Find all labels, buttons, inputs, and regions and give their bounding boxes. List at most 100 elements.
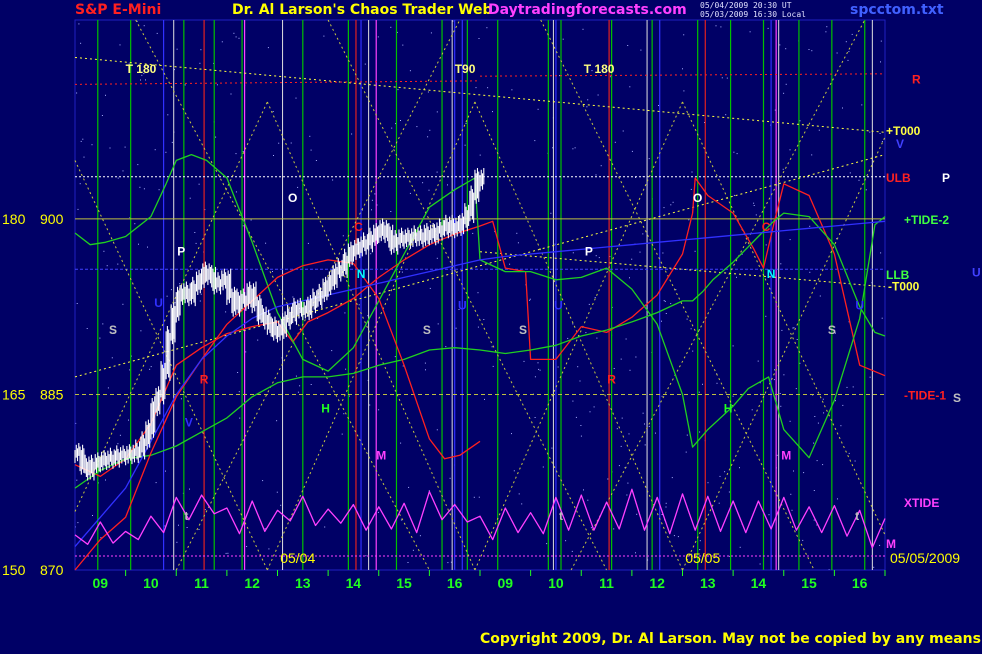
top-marker: T 180 (584, 62, 615, 76)
timestamp-local: 05/03/2009 16:30 Local (700, 10, 806, 19)
star-dot (686, 434, 688, 436)
star-dot (235, 36, 237, 38)
star-dot (587, 499, 589, 501)
x-tick-label: 11 (194, 575, 209, 591)
star-dot (574, 147, 576, 149)
x-tick-label: 14 (346, 575, 362, 591)
star-dot (139, 186, 141, 188)
star-dot (390, 26, 392, 28)
star-dot (724, 471, 726, 473)
star-dot (625, 338, 627, 340)
star-dot (852, 386, 854, 388)
star-dot (825, 31, 827, 33)
star-dot (76, 92, 78, 94)
star-dot (751, 409, 753, 411)
star-dot (732, 395, 734, 397)
star-dot (394, 356, 396, 358)
star-dot (235, 191, 237, 193)
star-dot (189, 197, 191, 199)
star-dot (341, 433, 343, 435)
right-level-label: S (953, 391, 961, 405)
star-dot (395, 123, 396, 125)
star-dot (158, 189, 160, 191)
star-dot (143, 188, 145, 190)
star-dot (639, 251, 641, 253)
planet-marker: M (376, 448, 386, 462)
star-dot (492, 111, 493, 113)
star-dot (662, 252, 664, 254)
star-dot (765, 244, 767, 246)
y-inner-tick-label: 900 (40, 211, 64, 227)
star-dot (534, 140, 536, 142)
star-dot (295, 375, 297, 377)
star-dot (873, 566, 875, 568)
star-dot (374, 193, 376, 195)
star-dot (299, 385, 301, 387)
star-dot (419, 535, 421, 537)
star-dot (149, 368, 151, 370)
star-dot (869, 376, 871, 378)
star-dot (848, 51, 850, 53)
star-dot (621, 417, 623, 419)
star-dot (479, 154, 481, 156)
star-dot (371, 199, 373, 201)
star-dot (626, 494, 628, 496)
star-dot (200, 293, 202, 295)
planet-marker: V (185, 416, 193, 430)
star-dot (246, 546, 248, 547)
star-dot (865, 189, 867, 191)
star-dot (447, 184, 448, 186)
star-dot (412, 549, 414, 551)
star-dot (358, 304, 360, 306)
star-dot (842, 404, 844, 406)
planet-marker: R (607, 372, 616, 386)
star-dot (400, 519, 402, 521)
star-dot (539, 369, 541, 371)
star-dot (648, 425, 650, 427)
star-dot (780, 263, 782, 265)
star-dot (572, 252, 574, 254)
star-dot (292, 296, 294, 298)
star-dot (622, 130, 624, 132)
star-dot (138, 243, 139, 245)
star-dot (534, 376, 536, 378)
star-dot (237, 372, 239, 373)
star-dot (484, 398, 485, 400)
planet-marker: U (554, 299, 563, 313)
star-dot (238, 391, 240, 393)
star-dot (716, 382, 718, 384)
star-dot (225, 311, 227, 313)
star-dot (818, 129, 820, 131)
star-dot (817, 422, 819, 424)
star-dot (551, 447, 553, 449)
star-dot (429, 287, 431, 289)
star-dot (511, 433, 512, 435)
star-dot (297, 391, 299, 393)
star-dot (767, 27, 769, 29)
star-dot (799, 362, 801, 364)
star-dot (718, 502, 720, 504)
star-dot (156, 32, 158, 34)
site-link[interactable]: Daytradingforecasts.com (488, 2, 687, 18)
timestamp-ut: 05/04/2009 20:30 UT (700, 1, 792, 10)
star-dot (618, 465, 620, 467)
star-dot (642, 412, 644, 414)
star-dot (82, 138, 84, 140)
star-dot (753, 205, 755, 206)
star-dot (174, 302, 176, 304)
star-dot (594, 297, 596, 298)
star-dot (200, 49, 202, 51)
star-dot (265, 242, 267, 244)
star-dot (391, 127, 393, 129)
chaos-trader-chart: 09 10 11 12 13 14 15 16 09 10 11 12 13 14 15 16 05/04 05/… (0, 0, 982, 650)
star-dot (199, 62, 201, 64)
star-dot (739, 546, 741, 548)
x-tick-label: 10 (548, 575, 564, 591)
star-dot (78, 23, 80, 25)
star-dot (661, 395, 663, 397)
planet-marker: S (519, 323, 527, 337)
star-dot (585, 332, 587, 334)
star-dot (542, 466, 544, 468)
star-dot (332, 179, 334, 181)
star-dot (235, 153, 237, 155)
